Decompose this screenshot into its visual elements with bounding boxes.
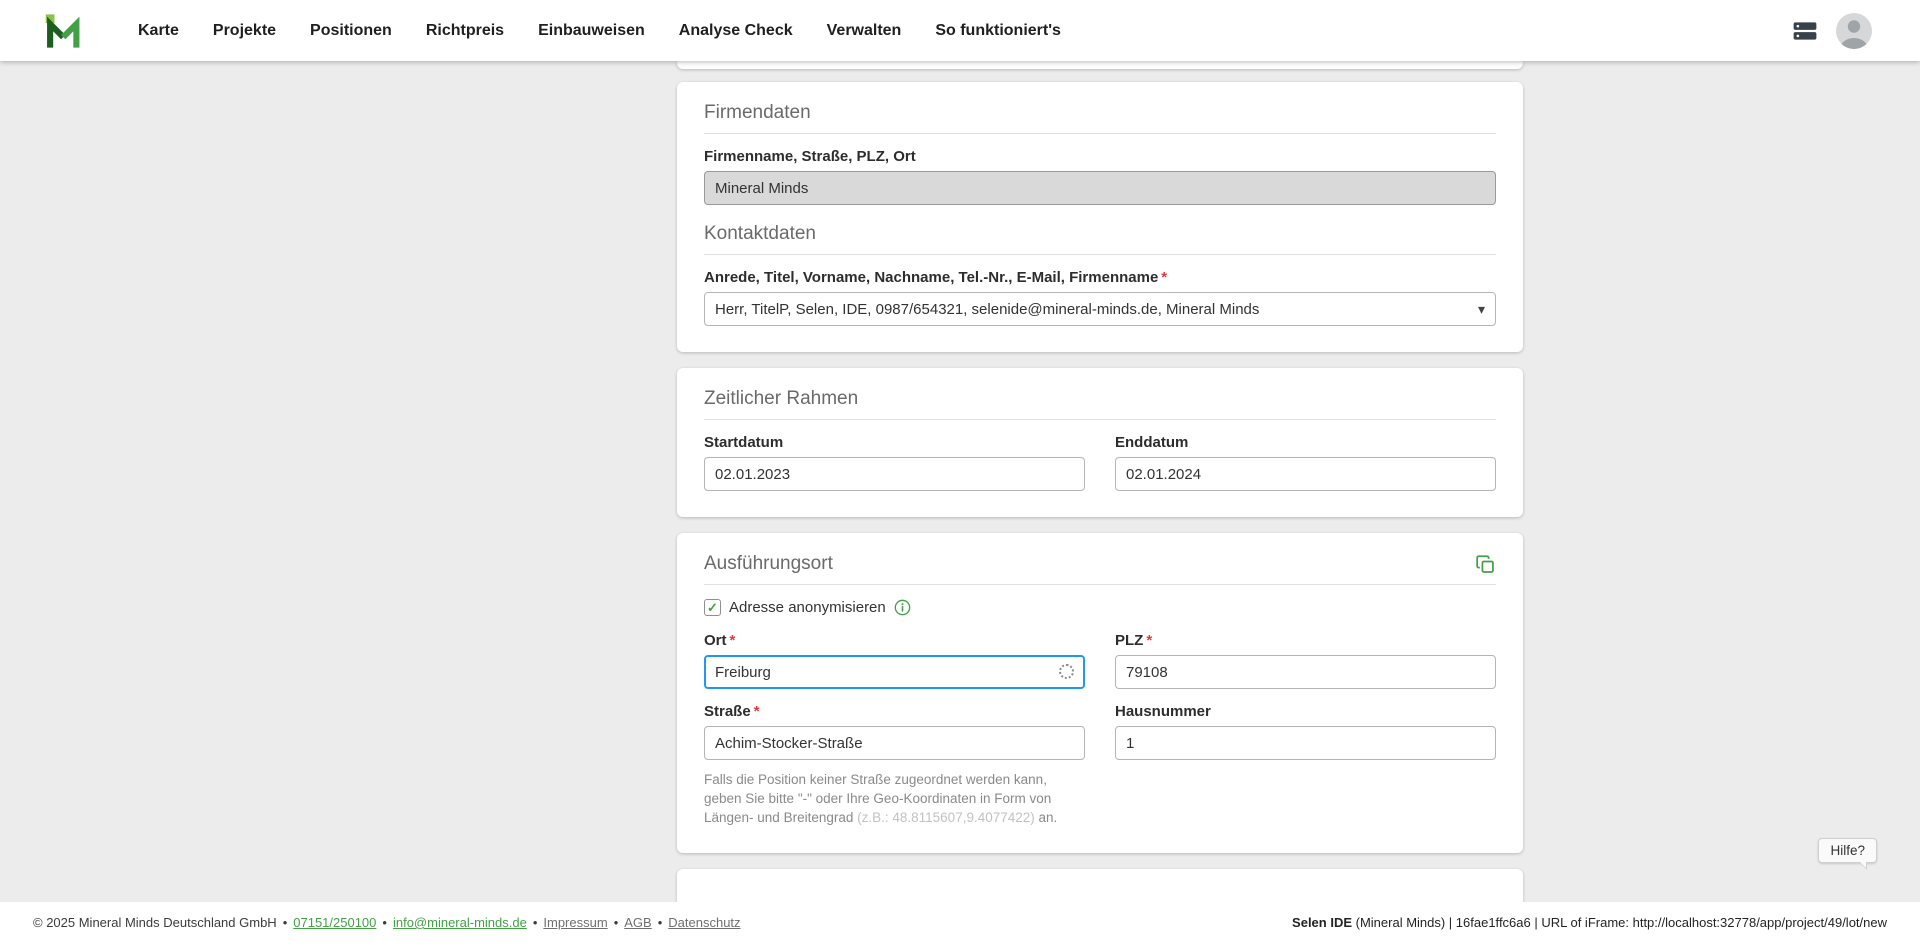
info-icon[interactable] bbox=[894, 599, 911, 616]
hausnummer-label: Hausnummer bbox=[1115, 703, 1496, 720]
kontakt-select-value: Herr, TitelP, Selen, IDE, 0987/654321, s… bbox=[715, 301, 1259, 318]
section-divider bbox=[704, 584, 1496, 585]
separator-dot: • bbox=[382, 915, 387, 930]
field-enddatum: Enddatum bbox=[1115, 434, 1496, 491]
footer-phone-link[interactable]: 07151/250100 bbox=[293, 915, 376, 930]
main-navigation: Karte Projekte Positionen Richtpreis Ein… bbox=[138, 22, 1061, 40]
anonymisieren-checkbox[interactable]: ✓ bbox=[704, 599, 721, 616]
strasse-field[interactable] bbox=[704, 726, 1085, 760]
startdatum-label: Startdatum bbox=[704, 434, 1085, 451]
section-title-zeitlicher-rahmen: Zeitlicher Rahmen bbox=[704, 388, 1496, 410]
user-avatar-icon[interactable] bbox=[1836, 13, 1872, 49]
required-asterisk: * bbox=[730, 632, 736, 649]
required-asterisk: * bbox=[754, 703, 760, 720]
hausnummer-field[interactable] bbox=[1115, 726, 1496, 760]
separator-dot: • bbox=[658, 915, 663, 930]
enddatum-label: Enddatum bbox=[1115, 434, 1496, 451]
footer-agb-link[interactable]: AGB bbox=[624, 915, 651, 930]
anonymisieren-label[interactable]: Adresse anonymisieren bbox=[729, 599, 886, 616]
section-divider bbox=[704, 419, 1496, 420]
nav-item-projekte[interactable]: Projekte bbox=[213, 22, 276, 40]
ort-label: Ort* bbox=[704, 632, 1085, 649]
section-title-firmendaten: Firmendaten bbox=[704, 102, 1496, 124]
nav-item-richtpreis[interactable]: Richtpreis bbox=[426, 22, 504, 40]
copyright-text: © 2025 Mineral Minds Deutschland GmbH bbox=[33, 915, 277, 930]
hint-example: (z.B.: 48.8115607,9.4077422) bbox=[857, 810, 1035, 825]
footer-email-link[interactable]: info@mineral-minds.de bbox=[393, 915, 527, 930]
field-hausnummer: Hausnummer bbox=[1115, 703, 1496, 760]
server-icon[interactable] bbox=[1790, 18, 1820, 44]
ort-field[interactable] bbox=[704, 655, 1085, 689]
help-button[interactable]: Hilfe? bbox=[1818, 838, 1877, 863]
strasse-label-text: Straße bbox=[704, 703, 751, 720]
section-title-kontaktdaten: Kontaktdaten bbox=[704, 223, 1496, 245]
required-asterisk: * bbox=[1146, 632, 1152, 649]
kontakt-label-text: Anrede, Titel, Vorname, Nachname, Tel.-N… bbox=[704, 269, 1158, 286]
chevron-down-icon: ▾ bbox=[1478, 302, 1485, 316]
card-firmendaten: Firmendaten Firmenname, Straße, PLZ, Ort… bbox=[677, 82, 1523, 352]
nav-item-karte[interactable]: Karte bbox=[138, 22, 179, 40]
nav-item-so-funktionierts[interactable]: So funktioniert's bbox=[935, 22, 1061, 40]
form-content-column: Firmendaten Firmenname, Straße, PLZ, Ort… bbox=[677, 61, 1523, 909]
enddatum-field[interactable] bbox=[1115, 457, 1496, 491]
hint-part2: an. bbox=[1035, 810, 1058, 825]
firmenname-field bbox=[704, 171, 1496, 205]
anonymisieren-row: ✓ Adresse anonymisieren bbox=[704, 599, 1496, 616]
loading-spinner-icon bbox=[1059, 664, 1074, 679]
page-footer: © 2025 Mineral Minds Deutschland GmbH • … bbox=[0, 902, 1920, 943]
section-divider bbox=[704, 133, 1496, 134]
top-navbar: Karte Projekte Positionen Richtpreis Ein… bbox=[0, 0, 1920, 61]
firmenname-label: Firmenname, Straße, PLZ, Ort bbox=[704, 148, 1496, 165]
field-ort: Ort* bbox=[704, 632, 1085, 689]
kontakt-label: Anrede, Titel, Vorname, Nachname, Tel.-N… bbox=[704, 269, 1496, 286]
strasse-hint-text: Falls die Position keiner Straße zugeord… bbox=[704, 770, 1085, 827]
nav-item-positionen[interactable]: Positionen bbox=[310, 22, 392, 40]
footer-impressum-link[interactable]: Impressum bbox=[543, 915, 607, 930]
footer-debug-info: Selen IDE (Mineral Minds) | 16fae1ffc6a6… bbox=[1292, 915, 1887, 930]
copy-icon[interactable] bbox=[1475, 554, 1496, 575]
footer-app-name: Selen IDE bbox=[1292, 915, 1352, 930]
plz-field[interactable] bbox=[1115, 655, 1496, 689]
section-title-ausfuehrungsort: Ausführungsort bbox=[704, 553, 833, 575]
field-startdatum: Startdatum bbox=[704, 434, 1085, 491]
separator-dot: • bbox=[614, 915, 619, 930]
navbar-right bbox=[1790, 13, 1872, 49]
kontakt-select[interactable]: Herr, TitelP, Selen, IDE, 0987/654321, s… bbox=[704, 292, 1496, 326]
footer-left: © 2025 Mineral Minds Deutschland GmbH • … bbox=[33, 915, 741, 930]
field-plz: PLZ* bbox=[1115, 632, 1496, 689]
nav-item-verwalten[interactable]: Verwalten bbox=[827, 22, 902, 40]
strasse-label: Straße* bbox=[704, 703, 1085, 720]
plz-label-text: PLZ bbox=[1115, 632, 1143, 649]
required-asterisk: * bbox=[1161, 269, 1167, 286]
nav-item-einbauweisen[interactable]: Einbauweisen bbox=[538, 22, 645, 40]
card-ausfuehrungsort: Ausführungsort ✓ Adresse anonymisieren bbox=[677, 533, 1523, 853]
startdatum-field[interactable] bbox=[704, 457, 1085, 491]
footer-debug-text: (Mineral Minds) | 16fae1ffc6a6 | URL of … bbox=[1352, 915, 1887, 930]
separator-dot: • bbox=[533, 915, 538, 930]
nav-item-analyse-check[interactable]: Analyse Check bbox=[679, 22, 793, 40]
footer-datenschutz-link[interactable]: Datenschutz bbox=[668, 915, 740, 930]
separator-dot: • bbox=[283, 915, 288, 930]
section-divider bbox=[704, 254, 1496, 255]
mineral-minds-logo[interactable] bbox=[44, 10, 86, 52]
field-strasse: Straße* bbox=[704, 703, 1085, 760]
plz-label: PLZ* bbox=[1115, 632, 1496, 649]
card-scrolled-above bbox=[677, 61, 1523, 69]
ort-label-text: Ort bbox=[704, 632, 727, 649]
card-zeitlicher-rahmen: Zeitlicher Rahmen Startdatum Enddatum bbox=[677, 368, 1523, 517]
